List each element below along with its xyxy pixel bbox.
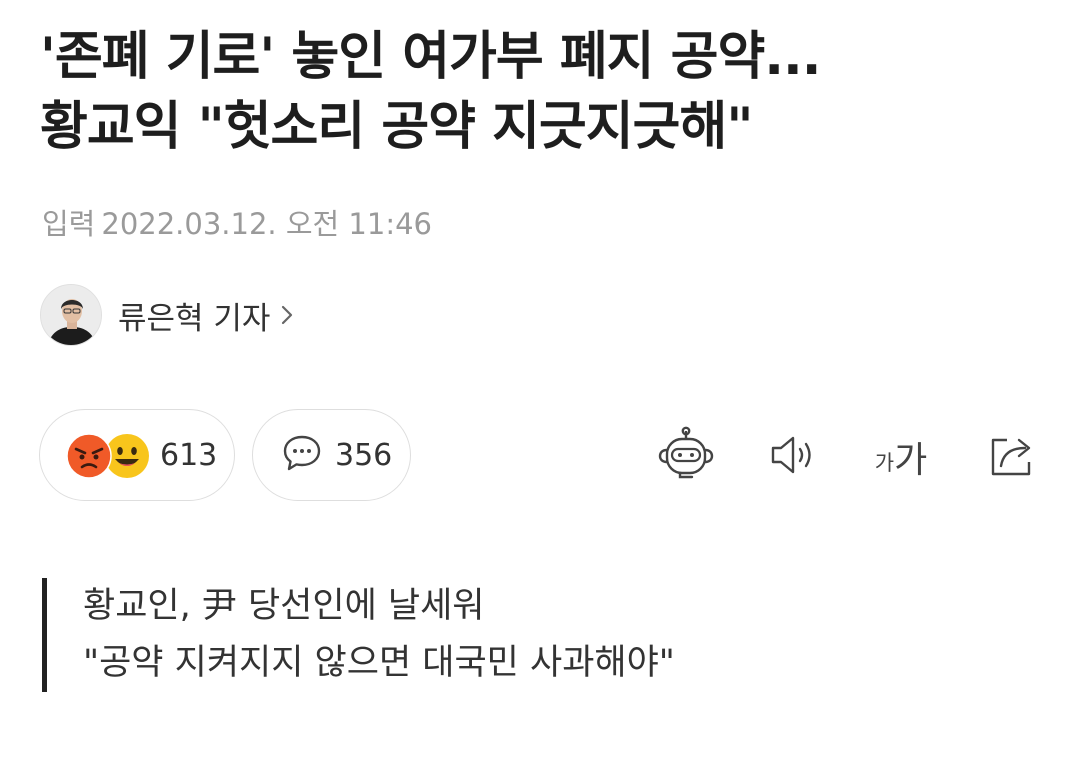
reaction-button[interactable]: 613 — [39, 409, 235, 501]
subtitle-line-2: "공약 지켜지지 않으면 대국민 사과해야" — [83, 643, 675, 683]
summary-bot-button[interactable] — [654, 422, 718, 492]
speaker-icon — [767, 433, 819, 481]
share-button[interactable] — [982, 422, 1042, 492]
reaction-emojis — [66, 431, 152, 479]
font-size-button[interactable]: 가 가 — [866, 422, 936, 492]
comment-button[interactable]: 356 — [252, 409, 411, 501]
speech-bubble-icon — [281, 433, 323, 477]
published-date: 입력 2022.03.12. 오전 11:46 — [42, 204, 432, 244]
reporter-avatar — [40, 284, 102, 346]
font-size-large-glyph: 가 — [894, 440, 928, 481]
article-subtitle: 황교인, 尹 당선인에 날세워 "공약 지켜지지 않으면 대국민 사과해야" — [42, 578, 675, 692]
comment-count: 356 — [335, 437, 393, 473]
angry-face-icon — [66, 433, 112, 483]
robot-summary-icon — [656, 426, 716, 488]
font-size-small-glyph: 가 — [874, 451, 895, 475]
headline-line-2: 황교익 "헛소리 공약 지긋지긋해" — [40, 97, 753, 157]
reporter-name: 류은혁 기자 — [118, 300, 271, 337]
reporter-byline[interactable]: 류은혁 기자 — [40, 283, 294, 347]
published-time: 2022.03.12. 오전 11:46 — [101, 207, 433, 241]
published-label: 입력 — [42, 207, 96, 241]
text-to-speech-button[interactable] — [764, 422, 822, 492]
reaction-count: 613 — [160, 437, 218, 473]
chevron-right-icon — [280, 304, 294, 326]
subtitle-line-1: 황교인, 尹 당선인에 날세워 — [83, 586, 485, 626]
share-icon — [985, 430, 1039, 484]
article-headline: '존폐 기로' 놓인 여가부 폐지 공약... 황교익 "헛소리 공약 지긋지긋… — [40, 22, 1050, 162]
headline-line-1: '존폐 기로' 놓인 여가부 폐지 공약... — [40, 27, 822, 87]
